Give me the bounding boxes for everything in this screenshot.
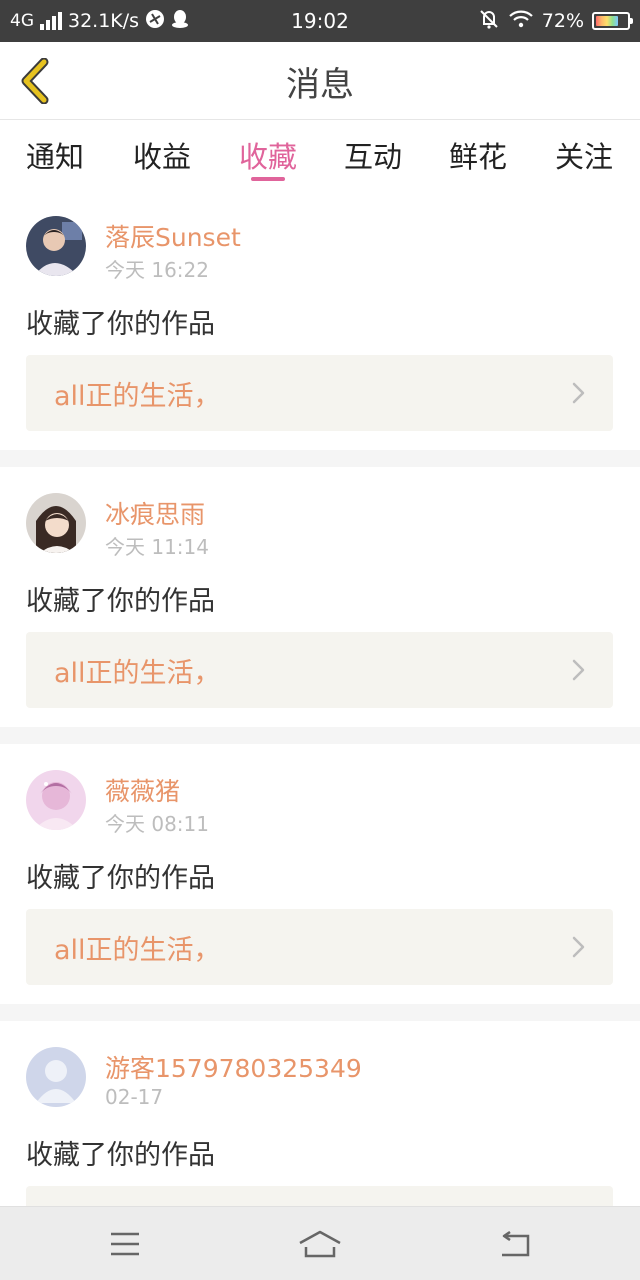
tab-notifications[interactable]: 通知 <box>0 121 110 189</box>
tab-label: 互动 <box>343 140 402 174</box>
chevron-right-icon <box>572 936 585 958</box>
tab-label: 收益 <box>132 140 191 174</box>
timestamp: 今天 08:11 <box>105 812 209 836</box>
app-badge-icon <box>145 9 165 34</box>
username[interactable]: 落辰Sunset <box>105 218 241 254</box>
qq-icon <box>171 9 189 34</box>
timestamp: 02-17 <box>105 1085 164 1109</box>
list-item: 游客1579780325349 02-17 收藏了你的作品 <box>0 1021 640 1206</box>
tab-following[interactable]: 关注 <box>529 121 639 189</box>
title-bar: 消息 <box>0 42 640 120</box>
chevron-right-icon <box>572 659 585 681</box>
work-title: all正的生活， <box>54 657 221 689</box>
status-bar: 4G 32.1K/s 19:02 72% <box>0 0 640 42</box>
message-feed[interactable]: 落辰Sunset 今天 16:22 收藏了你的作品 all正的生活， 冰痕思雨 … <box>0 190 640 1206</box>
action-text: 收藏了你的作品 <box>26 1140 215 1171</box>
username[interactable]: 薇薇猪 <box>105 772 180 808</box>
avatar[interactable] <box>26 216 86 276</box>
battery-percent: 72% <box>541 10 584 32</box>
network-type: 4G <box>10 11 34 31</box>
network-speed: 32.1K/s <box>68 10 140 32</box>
work-title: all正的生活， <box>54 934 221 966</box>
tab-favorites[interactable]: 收藏 <box>213 121 323 189</box>
action-text: 收藏了你的作品 <box>26 586 215 617</box>
status-right: 72% <box>478 0 633 42</box>
mute-icon <box>478 8 500 35</box>
work-title: all正的生活， <box>54 380 221 412</box>
status-left: 4G 32.1K/s <box>10 0 189 42</box>
action-text: 收藏了你的作品 <box>26 863 215 894</box>
avatar[interactable] <box>26 493 86 553</box>
username[interactable]: 游客1579780325349 <box>105 1049 362 1085</box>
menu-icon <box>111 1232 139 1256</box>
work-link[interactable] <box>26 1186 613 1206</box>
tab-label: 通知 <box>25 140 84 174</box>
username[interactable]: 冰痕思雨 <box>105 495 205 531</box>
avatar[interactable] <box>26 770 86 830</box>
work-link[interactable]: all正的生活， <box>26 909 613 985</box>
timestamp: 今天 16:22 <box>105 258 209 282</box>
signal-icon <box>40 12 62 30</box>
tab-label: 关注 <box>554 140 613 174</box>
chevron-right-icon <box>572 382 585 404</box>
active-tab-indicator <box>251 177 285 181</box>
work-link[interactable]: all正的生活， <box>26 632 613 708</box>
wifi-icon <box>508 9 534 34</box>
system-nav-bar <box>0 1206 640 1280</box>
home-icon <box>299 1230 341 1258</box>
battery-level <box>596 16 618 26</box>
tab-label: 鲜花 <box>448 140 507 174</box>
back-nav-button[interactable] <box>455 1207 575 1280</box>
tab-bar: 通知 收益 收藏 互动 鲜花 关注 <box>0 121 640 189</box>
list-item: 落辰Sunset 今天 16:22 收藏了你的作品 all正的生活， <box>0 190 640 450</box>
list-item: 薇薇猪 今天 08:11 收藏了你的作品 all正的生活， <box>0 744 640 1004</box>
tab-interactions[interactable]: 互动 <box>318 121 428 189</box>
tab-label: 收藏 <box>238 140 297 174</box>
app-screen: 4G 32.1K/s 19:02 72% 消息 通知 收益 收藏 互动 鲜花 关… <box>0 0 640 1280</box>
menu-button[interactable] <box>65 1207 185 1280</box>
work-link[interactable]: all正的生活， <box>26 355 613 431</box>
action-text: 收藏了你的作品 <box>26 309 215 340</box>
return-icon <box>502 1230 530 1257</box>
list-item: 冰痕思雨 今天 11:14 收藏了你的作品 all正的生活， <box>0 467 640 727</box>
page-title: 消息 <box>286 64 354 105</box>
avatar[interactable] <box>26 1047 86 1107</box>
tab-earnings[interactable]: 收益 <box>107 121 217 189</box>
home-button[interactable] <box>260 1207 380 1280</box>
timestamp: 今天 11:14 <box>105 535 209 559</box>
tab-flowers[interactable]: 鲜花 <box>423 121 533 189</box>
battery-icon <box>592 12 633 30</box>
